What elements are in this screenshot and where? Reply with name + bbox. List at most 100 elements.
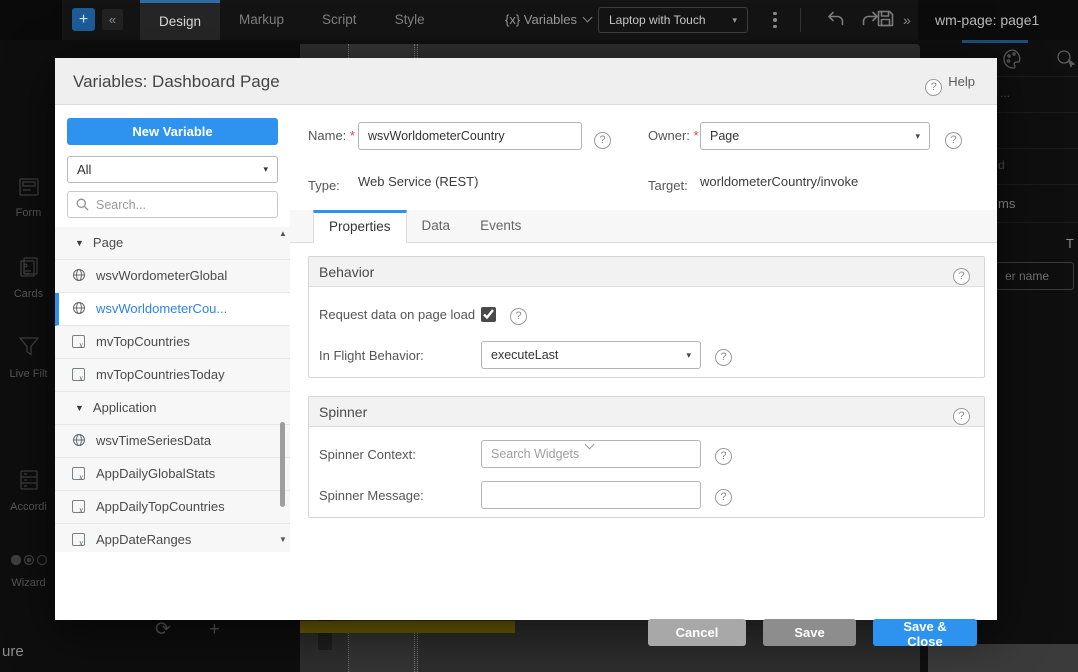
target-value: worldometerCountry/invoke <box>700 172 858 192</box>
toolbar-left-block <box>0 0 62 40</box>
web-service-icon <box>72 427 87 459</box>
variable-item[interactable]: xAppDailyGlobalStats <box>55 458 290 491</box>
inflight-help-button[interactable]: ? <box>715 344 738 366</box>
spinner-message-help-button[interactable]: ? <box>715 484 738 506</box>
name-input[interactable] <box>358 122 582 150</box>
panel-bottom-block <box>928 644 1078 672</box>
palette-item-form: Form <box>0 176 57 219</box>
variable-group-application[interactable]: ▼Application <box>55 392 290 425</box>
styles-palette-icon <box>1002 48 1024 75</box>
variable-group-page[interactable]: ▼Page <box>55 227 290 260</box>
variables-sidebar: New Variable All▾ ▼Page wsvWordometerGlo… <box>55 105 290 620</box>
variable-item[interactable]: xmvTopCountriesToday <box>55 359 290 392</box>
collapse-caret-icon: ▼ <box>75 227 84 259</box>
list-scrollbar: ▲ ▼ <box>277 227 289 552</box>
tab-data[interactable]: Data <box>407 210 466 243</box>
caret-down-icon: ▾ <box>686 342 691 368</box>
page-breadcrumb: wm-page: page1 <box>918 0 1078 40</box>
app-window: Form Cards Live Filt Accordi Wizard ⟳+ u… <box>0 0 1078 672</box>
variable-item[interactable]: wsvTimeSeriesData <box>55 425 290 458</box>
tab-markup[interactable]: Markup <box>220 0 303 40</box>
question-icon: ? <box>510 308 527 325</box>
spinner-context-help-button[interactable]: ? <box>715 443 738 465</box>
model-variable-icon: x <box>72 526 87 552</box>
spinner-message-row: Spinner Message: ? <box>319 481 984 509</box>
save-button[interactable]: Save <box>763 619 856 646</box>
dialog-header: Variables: Dashboard Page ?Help <box>55 58 997 105</box>
question-icon: ? <box>945 132 962 149</box>
scrollbar-thumb[interactable] <box>280 422 285 507</box>
overflow-chevrons[interactable]: » <box>903 0 911 40</box>
scroll-up-icon[interactable]: ▲ <box>277 229 289 238</box>
new-variable-button[interactable]: New Variable <box>67 118 278 145</box>
name-help-button[interactable]: ? <box>594 127 617 149</box>
variable-item[interactable]: xAppDateRanges <box>55 524 290 552</box>
add-icon: + <box>209 619 220 640</box>
dialog-title: Variables: Dashboard Page <box>73 58 280 105</box>
palette-item-wizard: Wizard <box>0 552 57 589</box>
device-selector[interactable]: Laptop with Touch▾ <box>598 7 748 33</box>
variable-item[interactable]: wsvWordometerGlobal <box>55 260 290 293</box>
type-target-row: Type: Web Service (REST) Target: worldom… <box>290 172 997 192</box>
caret-down-icon: ▾ <box>915 123 920 149</box>
save-and-close-button[interactable]: Save & Close <box>873 619 977 646</box>
tab-script[interactable]: Script <box>303 0 376 40</box>
variable-item[interactable]: xAppDailyTopCountries <box>55 491 290 524</box>
owner-select[interactable]: Page▾ <box>700 122 930 150</box>
wizard-icon <box>9 555 49 572</box>
main-toolbar: + « Design Markup Script Style {x} Varia… <box>0 0 1078 40</box>
tab-style[interactable]: Style <box>376 0 444 40</box>
variables-dialog: Variables: Dashboard Page ?Help New Vari… <box>55 58 997 620</box>
model-variable-icon: x <box>72 361 87 393</box>
undo-icon[interactable] <box>826 10 846 33</box>
spinner-context-select[interactable]: Search Widgets <box>481 440 701 468</box>
caret-down-icon: ▾ <box>732 8 737 32</box>
inflight-row: In Flight Behavior: executeLast▾ ? <box>319 341 984 369</box>
inflight-select[interactable]: executeLast▾ <box>481 341 701 369</box>
more-options-kebab-icon[interactable] <box>768 9 782 31</box>
owner-label: Owner: * <box>648 122 699 150</box>
panel-fragment: ... <box>1000 86 1010 100</box>
search-input[interactable] <box>94 193 274 216</box>
behavior-help-button[interactable]: ? <box>953 263 976 285</box>
behavior-section-header: Behavior ? <box>309 257 984 287</box>
chevron-down-icon <box>585 440 595 450</box>
form-icon <box>17 185 41 202</box>
target-label: Target: <box>648 172 688 200</box>
variables-menu[interactable]: {x} Variables <box>505 0 591 40</box>
question-icon: ? <box>715 448 732 465</box>
chevron-down-icon <box>583 13 593 23</box>
panel-fragment: T <box>1066 236 1074 251</box>
variable-item[interactable]: xmvTopCountries <box>55 326 290 359</box>
type-value: Web Service (REST) <box>358 172 478 192</box>
variable-item-selected[interactable]: wsvWorldometerCou... <box>55 293 290 326</box>
panel-fragment: d <box>998 158 1005 172</box>
request-data-help-button[interactable]: ? <box>510 303 533 325</box>
variable-detail-panel: Name: * ? Owner: * Page▾ ? Type: Web Ser… <box>290 105 997 620</box>
question-icon: ? <box>594 132 611 149</box>
request-data-checkbox[interactable] <box>481 307 496 322</box>
web-service-icon <box>72 262 87 294</box>
spinner-context-row: Spinner Context: Search Widgets ? <box>319 440 984 468</box>
owner-help-button[interactable]: ? <box>945 127 968 149</box>
request-data-label: Request data on page load <box>319 307 481 322</box>
variable-list: ▼Page wsvWordometerGlobal wsvWorldometer… <box>55 227 290 552</box>
scroll-down-icon[interactable]: ▼ <box>277 535 289 544</box>
save-icon[interactable] <box>876 9 895 33</box>
help-link[interactable]: ?Help <box>925 58 975 105</box>
add-button[interactable]: + <box>72 8 95 31</box>
help-icon: ? <box>925 79 942 96</box>
collapse-caret-icon: ▼ <box>75 392 84 424</box>
tab-events[interactable]: Events <box>465 210 536 243</box>
spinner-message-input[interactable] <box>481 481 701 509</box>
tab-design[interactable]: Design <box>140 0 220 40</box>
collapse-panel-button[interactable]: « <box>102 9 123 30</box>
behavior-section: Behavior ? Request data on page load ? I… <box>308 256 985 378</box>
spinner-help-button[interactable]: ? <box>953 403 976 425</box>
inflight-label: In Flight Behavior: <box>319 348 481 363</box>
cancel-button[interactable]: Cancel <box>648 619 746 646</box>
spinner-section: Spinner ? Spinner Context: Search Widget… <box>308 396 985 518</box>
tab-properties[interactable]: Properties <box>313 210 407 243</box>
dialog-footer: Cancel Save Save & Close <box>290 619 997 647</box>
variable-filter-select[interactable]: All▾ <box>67 156 278 183</box>
